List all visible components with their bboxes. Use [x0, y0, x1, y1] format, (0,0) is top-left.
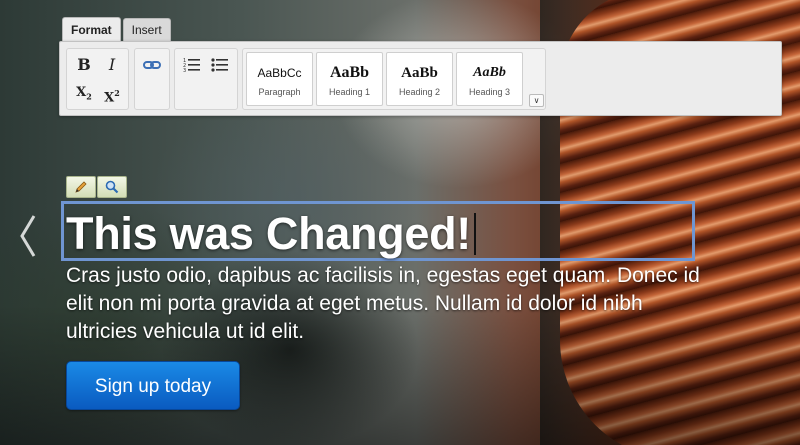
magnifier-icon: [105, 180, 119, 194]
superscript-button[interactable]: X2: [99, 81, 125, 105]
bold-button[interactable]: B: [71, 53, 97, 77]
carousel-prev-button[interactable]: [14, 212, 44, 260]
style-sample: AaBb: [401, 65, 438, 81]
unordered-list-button[interactable]: [207, 53, 233, 77]
hero-headline[interactable]: This was Changed!: [66, 208, 476, 260]
style-sample: AaBbCc: [257, 66, 302, 80]
superscript-label: X: [104, 90, 115, 106]
style-sample: AaBb: [473, 65, 506, 80]
search-button[interactable]: [97, 176, 127, 198]
style-heading-3[interactable]: AaBb Heading 3: [456, 52, 523, 106]
style-heading-1[interactable]: AaBb Heading 1: [316, 52, 383, 106]
edit-button[interactable]: [66, 176, 96, 198]
subscript-button[interactable]: X2: [71, 81, 97, 105]
list-group: 1 2 3: [174, 48, 238, 110]
editor-toolbar: B I X2 X2 1 2 3 AaBbCc Paragraph AaBb He…: [59, 41, 782, 116]
text-format-group: B I X2 X2: [66, 48, 129, 110]
hero-body-text: Cras justo odio, dapibus ac facilisis in…: [66, 264, 700, 343]
style-heading-2[interactable]: AaBb Heading 2: [386, 52, 453, 106]
hero-headline-text: This was Changed!: [66, 208, 471, 259]
pencil-icon: [75, 181, 87, 193]
link-button[interactable]: [139, 53, 165, 77]
style-caption: Heading 2: [398, 87, 441, 97]
link-group: [134, 48, 170, 110]
style-caption: Paragraph: [258, 87, 301, 97]
ordered-list-icon: 1 2 3: [183, 58, 200, 74]
text-caret: [473, 213, 476, 255]
unordered-list-icon: [211, 58, 228, 72]
tab-format[interactable]: Format: [62, 17, 121, 42]
style-gallery: AaBbCc Paragraph AaBb Heading 1 AaBb Hea…: [242, 48, 546, 110]
ordered-list-button[interactable]: 1 2 3: [179, 53, 205, 77]
style-caption: Heading 1: [328, 87, 371, 97]
tab-insert[interactable]: Insert: [122, 18, 171, 41]
style-paragraph[interactable]: AaBbCc Paragraph: [246, 52, 313, 106]
italic-button[interactable]: I: [99, 53, 125, 77]
sign-up-button[interactable]: Sign up today: [66, 361, 240, 410]
chevron-double-down-icon: ∨: [533, 96, 540, 105]
editor-tabs: Format Insert: [62, 17, 171, 42]
svg-text:3: 3: [183, 68, 186, 74]
superscript-mark: 2: [114, 88, 120, 98]
style-caption: Heading 3: [468, 87, 511, 97]
more-styles-button[interactable]: ∨: [529, 94, 544, 107]
style-sample: AaBb: [329, 64, 370, 81]
chevron-left-icon: [20, 215, 36, 257]
subscript-label: X: [76, 85, 87, 100]
edit-mini-toolbar: [66, 176, 127, 198]
link-icon: [143, 61, 161, 69]
subscript-mark: 2: [86, 91, 92, 102]
